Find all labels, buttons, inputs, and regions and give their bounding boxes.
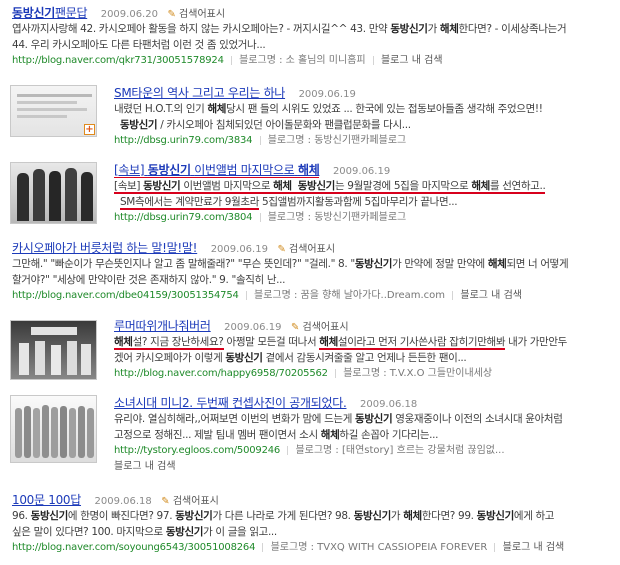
blog-inside-search-link[interactable]: 블로그 내 검색 — [503, 542, 565, 553]
result-date: 2009.06.19 — [298, 89, 356, 100]
result-title-link[interactable]: SM타운의 역사 그리고 우리는 하나 — [114, 86, 285, 100]
separator — [245, 290, 247, 300]
separator — [262, 542, 264, 552]
result-url[interactable]: http://dbsg.urin79.com/3834 — [114, 135, 253, 146]
result-date: 2009.06.18 — [359, 399, 418, 410]
separator — [287, 445, 289, 455]
pencil-icon: ✎ — [167, 9, 176, 20]
highlight-keyword-button[interactable]: ✎ 검색어표시 — [167, 9, 225, 20]
result-snippet-line2: 44. 우리 카시오페아도 다른 타팬처럼 이런 것 좀 있었거나... — [12, 39, 266, 51]
separator — [335, 368, 337, 378]
search-result: 루머따위개나줘버러 2009.06.19 ✎ 검색어표시 해체설? 지금 장난하… — [0, 318, 620, 384]
blog-inside-search-link[interactable]: 블로그 내 검색 — [381, 55, 443, 66]
result-snippet-line2: 동방신기 / 카시오페아 침체되있던 아이돌문화와 팬클럽문화를 다시... — [119, 119, 411, 131]
result-snippet-line1: 해체설? 지금 장난하세요? 아쩡말 모든걸 떠나서 해체설이라고 먼저 기사쓴… — [114, 336, 567, 350]
highlight-keyword-button[interactable]: ✎ 검색어표시 — [161, 496, 219, 507]
search-result: 동방신기팬문답 2009.06.20 ✎ 검색어표시 엽사까지사랑해 42. 카… — [0, 5, 620, 69]
result-snippet-line2: 고정으로 정해진... 제발 팀내 멤버 팬이면서 소시 해체하길 손꼽아 기다… — [114, 429, 439, 441]
blog-name: 블로그명 : T.V.X.O 그들만이내세상 — [343, 368, 493, 379]
result-snippet-line1: 내렸던 H.O.T.의 인기 해체당시 팬 들의 시위도 있었죠 ... 한국에… — [114, 103, 543, 115]
thumbnail-image[interactable]: + — [10, 85, 97, 137]
result-snippet-line2: 할거야?" "세상에 만약이란 것은 존재하지 않아." 9. "솔직히 난..… — [12, 274, 286, 286]
search-result: 카시오페아가 버릇처럼 하는 말!말!말! 2009.06.19 ✎ 검색어표시… — [0, 240, 620, 304]
blog-inside-search-link[interactable]: 블로그 내 검색 — [114, 461, 176, 472]
result-title-link[interactable]: [속보] 동방신기 이번앨범 마지막으로 해체 — [114, 163, 320, 178]
separator — [259, 135, 261, 145]
result-snippet-line2: SM측에서는 계약만료가 9월초라 5집앨범까지활동과함께 5집마무리가 끝나면… — [119, 196, 458, 210]
result-url[interactable]: http://dbsg.urin79.com/3804 — [114, 212, 253, 223]
blog-name: 블로그명 : 동방신기팬카페블로그 — [267, 135, 407, 146]
pencil-icon: ✎ — [277, 244, 286, 255]
separator — [259, 212, 261, 222]
search-result: 100문 100답 2009.06.18 ✎ 검색어표시 96. 동방신기에 한… — [0, 492, 620, 556]
result-date: 2009.06.18 — [94, 496, 152, 507]
blog-name: 블로그명 : [태연story] 흐르는 강물처럼 끊임없... — [295, 445, 505, 456]
highlight-keyword-button[interactable]: ✎ 검색어표시 — [291, 322, 349, 333]
result-snippet-line1: [속보] 동방신기 이번앨범 마지막으로 해체 동방신기는 9월말경에 5집을 … — [114, 180, 546, 194]
thumbnail-image[interactable] — [10, 320, 97, 380]
blog-name: 블로그명 : 꿈을 향해 날아가다..Dream.com — [254, 290, 446, 301]
result-url[interactable]: http://blog.naver.com/soyoung6543/300510… — [12, 542, 255, 553]
result-title-link[interactable]: 소녀시대 미니2. 두번째 컨셉사진이 공개되었다. — [114, 396, 347, 410]
highlight-keyword-button[interactable]: ✎ 검색어표시 — [277, 244, 335, 255]
search-result: + SM타운의 역사 그리고 우리는 하나 2009.06.19 내렸던 H.O… — [0, 85, 620, 155]
result-snippet-line1: 96. 동방신기에 한명이 빠진다면? 97. 동방신기가 다른 나라로 가게 … — [12, 510, 555, 522]
pencil-icon: ✎ — [161, 496, 170, 507]
thumbnail-image[interactable] — [10, 162, 97, 224]
separator — [494, 542, 496, 552]
result-snippet-line1: 엽사까지사랑해 42. 카시오페아 활동을 하지 않는 카시오페아는? - 꺼지… — [12, 23, 567, 35]
result-date: 2009.06.19 — [332, 166, 391, 177]
result-date: 2009.06.19 — [224, 322, 282, 333]
blog-name: 블로그명 : 동방신기팬카페블로그 — [267, 212, 407, 223]
result-url[interactable]: http://blog.naver.com/dbe04159/300513547… — [12, 290, 239, 301]
result-url[interactable]: http://blog.naver.com/qkr731/30051578924 — [12, 55, 224, 66]
result-title-link[interactable]: 100문 100답 — [12, 493, 81, 507]
result-title-link[interactable]: 카시오페아가 버릇처럼 하는 말!말!말! — [12, 241, 197, 255]
expand-icon[interactable]: + — [84, 124, 95, 135]
blog-name: 블로그명 : TVXQ WITH CASSIOPEIA FOREVER — [270, 542, 488, 553]
result-date: 2009.06.19 — [210, 244, 268, 255]
result-snippet-line2: 겠어 카시오페아가 이렇게 동방신기 곁에서 감동시켜줄줄 알고 언제나 든든한… — [114, 352, 467, 364]
blog-inside-search-link[interactable]: 블로그 내 검색 — [460, 290, 522, 301]
result-date: 2009.06.20 — [100, 9, 158, 20]
result-url[interactable]: http://tystory.egloos.com/5009246 — [114, 445, 280, 456]
result-snippet-line2: 싶은 말이 있다면? 100. 마지막으로 동방신기가 이 글을 읽고... — [12, 526, 277, 538]
search-result: 소녀시대 미니2. 두번째 컨셉사진이 공개되었다. 2009.06.18 유리… — [0, 395, 620, 475]
separator — [452, 290, 454, 300]
separator — [372, 55, 374, 65]
result-snippet-line1: 그만해." "빠순이가 무슨뜻인지나 알고 좀 말해줄래?" "무슨 뜻인데?"… — [12, 258, 569, 270]
pencil-icon: ✎ — [290, 322, 300, 333]
result-url[interactable]: http://blog.naver.com/happy6958/70205562 — [114, 368, 328, 379]
result-title-link[interactable]: 루머따위개나줘버러 — [114, 319, 211, 333]
thumbnail-image[interactable] — [10, 395, 97, 463]
blog-name: 블로그명 : 소 홀님의 미니홈피 — [239, 55, 366, 66]
separator — [230, 55, 232, 65]
result-title-link[interactable]: 동방신기팬문답 — [12, 6, 88, 20]
search-result: [속보] 동방신기 이번앨범 마지막으로 해체 2009.06.19 [속보] … — [0, 162, 620, 228]
result-snippet-line1: 유리야. 열심히해라,,어쩌보면 이번의 변화가 맘에 드는게 동방신기 영웅재… — [114, 413, 563, 425]
